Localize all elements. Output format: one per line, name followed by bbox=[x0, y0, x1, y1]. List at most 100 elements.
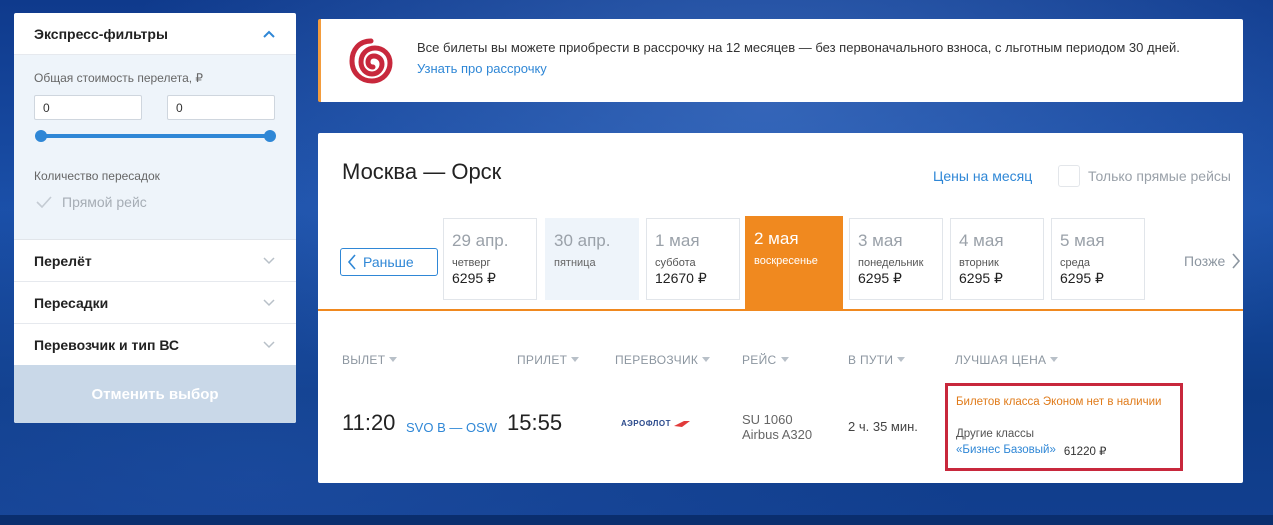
slider-handle-max[interactable] bbox=[264, 130, 276, 142]
column-header-label: ЛУЧШАЯ ЦЕНА bbox=[955, 353, 1047, 367]
airline-name: АЭРОФЛОТ bbox=[621, 419, 671, 428]
transfers-label: Количество пересадок bbox=[34, 169, 160, 183]
column-header-label: ПРИЛЕТ bbox=[517, 353, 568, 367]
section-carrier-label: Перевозчик и тип ВС bbox=[34, 336, 180, 353]
wing-icon bbox=[673, 420, 690, 427]
aircraft-type: Airbus A320 bbox=[742, 427, 813, 442]
route-title: Москва — Орск bbox=[342, 159, 502, 184]
earlier-button[interactable]: Раньше bbox=[340, 248, 438, 276]
direct-only-label: Только прямые рейсы bbox=[1088, 168, 1231, 184]
chevron-down-icon bbox=[262, 296, 276, 310]
date-tab-weekday: понедельник bbox=[858, 257, 924, 269]
date-tab[interactable]: 4 мая вторник 6295 ₽ bbox=[950, 218, 1044, 300]
date-tab-date: 1 мая bbox=[655, 231, 700, 250]
chevron-left-icon bbox=[347, 254, 356, 270]
business-fare-link[interactable]: «Бизнес Базовый» bbox=[956, 444, 1056, 458]
date-tab-date: 2 мая bbox=[754, 229, 799, 248]
section-flight-label: Перелёт bbox=[34, 252, 92, 269]
direct-flight-label: Прямой рейс bbox=[62, 194, 147, 210]
date-tab-weekday: вторник bbox=[959, 257, 999, 269]
chevron-right-icon bbox=[1232, 253, 1241, 269]
date-tab[interactable]: 1 мая суббота 12670 ₽ bbox=[646, 218, 740, 300]
cancel-selection-button[interactable]: Отменить выбор bbox=[14, 365, 296, 423]
sort-caret-icon bbox=[702, 357, 711, 362]
price-min-input[interactable] bbox=[34, 95, 142, 120]
installment-banner: Все билеты вы можете приобрести в рассро… bbox=[318, 19, 1243, 102]
airports-link[interactable]: SVO B — OSW bbox=[406, 420, 497, 435]
column-header-label: РЕЙС bbox=[742, 353, 777, 367]
column-header-label: ВЫЛЕТ bbox=[342, 353, 386, 367]
slider-track bbox=[41, 134, 271, 138]
month-prices-link[interactable]: Цены на месяц bbox=[933, 168, 1032, 184]
flight-info: SU 1060 Airbus A320 bbox=[742, 412, 812, 442]
banner-text: Все билеты вы можете приобрести в рассро… bbox=[417, 39, 1180, 55]
installment-logo-icon bbox=[349, 38, 393, 84]
column-header-label: ПЕРЕВОЗЧИК bbox=[615, 353, 699, 367]
flight-duration: 2 ч. 35 мин. bbox=[848, 419, 918, 434]
sort-caret-icon bbox=[897, 357, 906, 362]
installment-link[interactable]: Узнать про рассрочку bbox=[417, 58, 1180, 79]
sort-caret-icon bbox=[1050, 357, 1059, 362]
express-filters-title: Экспресс-фильтры bbox=[34, 25, 168, 42]
date-tab-date: 30 апр. bbox=[554, 231, 611, 250]
column-header-best-price[interactable]: ЛУЧШАЯ ЦЕНА bbox=[955, 353, 1059, 367]
checkmark-icon bbox=[34, 192, 54, 212]
date-strip-divider bbox=[318, 309, 1243, 311]
section-flight[interactable]: Перелёт bbox=[14, 240, 296, 282]
earlier-label: Раньше bbox=[363, 254, 414, 270]
date-tab-active[interactable]: 2 мая воскресенье bbox=[745, 216, 843, 310]
direct-only-checkbox[interactable]: Только прямые рейсы bbox=[1058, 165, 1231, 187]
bottom-strip bbox=[0, 515, 1273, 525]
date-tab-price: 6295 ₽ bbox=[452, 270, 496, 286]
filters-sidebar: Экспресс-фильтры Общая стоимость перелет… bbox=[14, 13, 296, 423]
date-tab-price: 6295 ₽ bbox=[959, 270, 1003, 286]
date-tab-date: 5 мая bbox=[1060, 231, 1105, 250]
section-transfers[interactable]: Пересадки bbox=[14, 282, 296, 324]
date-tab-weekday: пятница bbox=[554, 257, 596, 269]
later-button[interactable]: Позже bbox=[1184, 253, 1241, 269]
price-label: Общая стоимость перелета, ₽ bbox=[34, 71, 204, 85]
date-tab-date: 4 мая bbox=[959, 231, 1004, 250]
date-tab-weekday: суббота bbox=[655, 257, 696, 269]
section-carrier[interactable]: Перевозчик и тип ВС bbox=[14, 324, 296, 366]
column-header-duration[interactable]: В ПУТИ bbox=[848, 353, 906, 367]
checkbox-icon bbox=[1058, 165, 1080, 187]
column-header-departure[interactable]: ВЫЛЕТ bbox=[342, 353, 398, 367]
direct-flight-checkbox[interactable]: Прямой рейс bbox=[34, 192, 276, 212]
date-tab[interactable]: 5 мая среда 6295 ₽ bbox=[1051, 218, 1145, 300]
flight-number: SU 1060 bbox=[742, 412, 793, 427]
column-header-carrier[interactable]: ПЕРЕВОЗЧИК bbox=[615, 353, 711, 367]
departure-time: 11:20 bbox=[342, 410, 396, 435]
sort-caret-icon bbox=[571, 357, 580, 362]
date-tab-weekday: четверг bbox=[452, 257, 491, 269]
column-header-label: В ПУТИ bbox=[848, 353, 894, 367]
date-tab-price: 6295 ₽ bbox=[1060, 270, 1104, 286]
price-max-input[interactable] bbox=[167, 95, 275, 120]
date-tab-price: 12670 ₽ bbox=[655, 270, 707, 286]
sort-caret-icon bbox=[389, 357, 398, 362]
column-header-arrival[interactable]: ПРИЛЕТ bbox=[517, 353, 580, 367]
other-classes-label: Другие классы bbox=[956, 428, 1035, 440]
airline-logo: АЭРОФЛОТ bbox=[621, 419, 690, 428]
column-header-flight[interactable]: РЕЙС bbox=[742, 353, 789, 367]
date-tab-weekday: среда bbox=[1060, 257, 1091, 269]
date-tab-weekday: воскресенье bbox=[754, 255, 818, 267]
price-slider[interactable] bbox=[34, 129, 276, 143]
slider-handle-min[interactable] bbox=[35, 130, 47, 142]
date-tab-date: 3 мая bbox=[858, 231, 903, 250]
later-label: Позже bbox=[1184, 253, 1226, 269]
date-tab-price: 6295 ₽ bbox=[858, 270, 902, 286]
date-tab[interactable]: 3 мая понедельник 6295 ₽ bbox=[849, 218, 943, 300]
sort-caret-icon bbox=[780, 357, 789, 362]
arrival-time: 15:55 bbox=[507, 410, 563, 435]
express-filters-header[interactable]: Экспресс-фильтры bbox=[14, 13, 296, 55]
chevron-down-icon bbox=[262, 254, 276, 268]
business-fare-price: 61220 ₽ bbox=[1063, 446, 1107, 458]
date-tab-date: 29 апр. bbox=[452, 231, 509, 250]
express-filters-body: Общая стоимость перелета, ₽ Количество п… bbox=[14, 55, 296, 240]
section-transfers-label: Пересадки bbox=[34, 294, 109, 311]
date-tab[interactable]: 29 апр. четверг 6295 ₽ bbox=[443, 218, 537, 300]
date-tab[interactable]: 30 апр. пятница bbox=[545, 218, 639, 300]
search-results-card: Москва — Орск Цены на месяц Только прямы… bbox=[318, 133, 1243, 483]
chevron-up-icon[interactable] bbox=[262, 27, 276, 41]
